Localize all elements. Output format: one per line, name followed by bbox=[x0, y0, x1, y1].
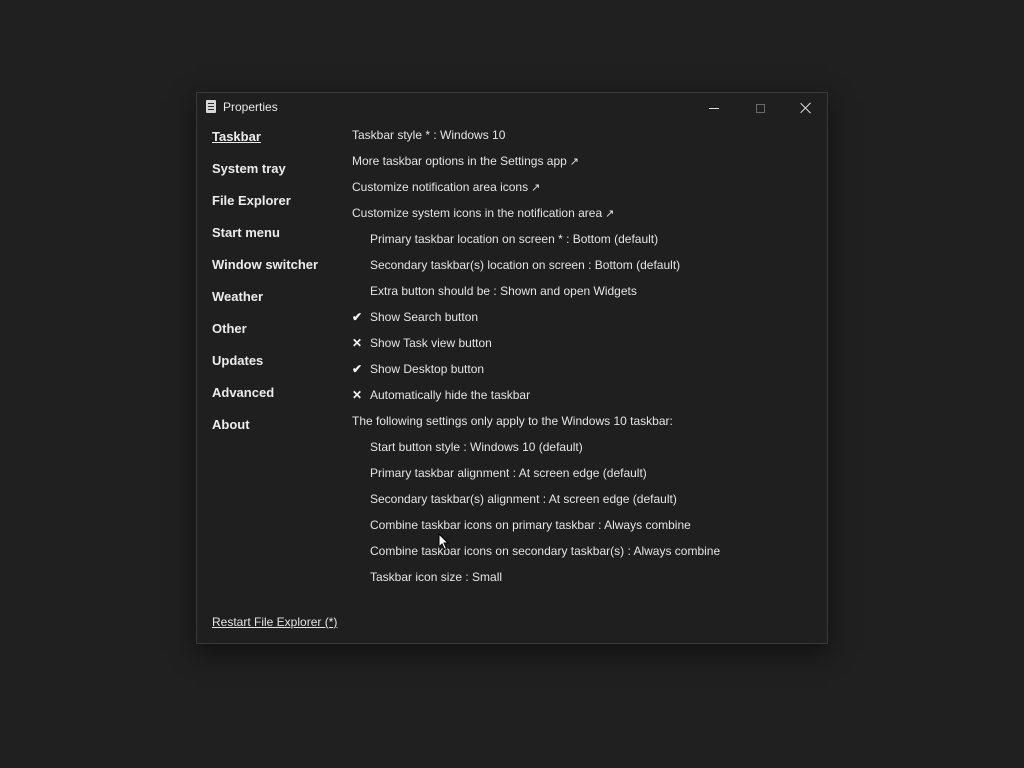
setting-show-search[interactable]: ✔ Show Search button bbox=[352, 309, 478, 325]
sidebar-item-weather[interactable]: Weather bbox=[212, 289, 263, 304]
external-link-icon: ↗ bbox=[569, 156, 580, 168]
setting-label: Start button style : Windows 10 (default… bbox=[370, 440, 583, 454]
setting-label: Automatically hide the taskbar bbox=[370, 388, 531, 402]
setting-label: Show Search button bbox=[370, 310, 479, 324]
section-note-windows10: The following settings only apply to the… bbox=[352, 414, 673, 428]
setting-notification-icons[interactable]: Customize notification area icons ↗ bbox=[352, 179, 540, 195]
sidebar-item-other[interactable]: Other bbox=[212, 321, 247, 336]
cross-icon: ✕ bbox=[352, 388, 363, 402]
sidebar-item-about[interactable]: About bbox=[212, 417, 250, 432]
maximize-icon bbox=[755, 103, 765, 113]
setting-taskbar-style[interactable]: Taskbar style * : Windows 10 bbox=[352, 127, 505, 143]
checkmark-icon: ✔ bbox=[352, 310, 363, 324]
setting-start-button-style[interactable]: Start button style : Windows 10 (default… bbox=[370, 439, 583, 455]
sidebar-item-window-switcher[interactable]: Window switcher bbox=[212, 257, 318, 272]
setting-extra-button[interactable]: Extra button should be : Shown and open … bbox=[370, 283, 637, 299]
cross-icon: ✕ bbox=[352, 336, 363, 350]
setting-label: Show Task view button bbox=[370, 336, 492, 350]
setting-secondary-alignment[interactable]: Secondary taskbar(s) alignment : At scre… bbox=[370, 491, 677, 507]
title-bar[interactable]: Properties bbox=[197, 93, 827, 123]
setting-label: Customize notification area icons bbox=[352, 180, 529, 194]
window-title: Properties bbox=[223, 100, 278, 114]
setting-system-icons[interactable]: Customize system icons in the notificati… bbox=[352, 205, 614, 221]
setting-label: Taskbar icon size : Small bbox=[370, 570, 503, 584]
maximize-button[interactable] bbox=[737, 93, 783, 123]
external-link-icon: ↗ bbox=[531, 182, 541, 194]
setting-combine-primary[interactable]: Combine taskbar icons on primary taskbar… bbox=[370, 517, 691, 533]
setting-secondary-location[interactable]: Secondary taskbar(s) location on screen … bbox=[370, 257, 680, 273]
setting-primary-alignment[interactable]: Primary taskbar alignment : At screen ed… bbox=[370, 465, 647, 481]
setting-label: Combine taskbar icons on secondary taskb… bbox=[370, 544, 721, 558]
sidebar-item-taskbar[interactable]: Taskbar bbox=[212, 129, 261, 144]
setting-label: Taskbar style * : Windows 10 bbox=[352, 128, 506, 142]
mouse-cursor-icon bbox=[438, 533, 450, 551]
properties-window: Properties Taskbar System tray File Expl… bbox=[196, 92, 828, 644]
sidebar-item-updates[interactable]: Updates bbox=[212, 353, 263, 368]
app-icon bbox=[206, 100, 216, 113]
setting-label: Extra button should be : Shown and open … bbox=[370, 284, 637, 298]
sidebar-item-file-explorer[interactable]: File Explorer bbox=[212, 193, 291, 208]
setting-auto-hide[interactable]: ✕ Automatically hide the taskbar bbox=[352, 387, 530, 403]
sidebar-item-advanced[interactable]: Advanced bbox=[212, 385, 274, 400]
setting-label: Secondary taskbar(s) alignment : At scre… bbox=[370, 492, 677, 506]
setting-label: Primary taskbar location on screen * : B… bbox=[370, 232, 659, 246]
minimize-button[interactable] bbox=[691, 93, 737, 123]
external-link-icon: ↗ bbox=[605, 208, 615, 220]
close-button[interactable] bbox=[783, 93, 829, 123]
setting-label: Combine taskbar icons on primary taskbar… bbox=[370, 518, 691, 532]
setting-combine-secondary[interactable]: Combine taskbar icons on secondary taskb… bbox=[370, 543, 720, 559]
minimize-icon bbox=[709, 107, 719, 109]
setting-label: More taskbar options in the Settings app bbox=[352, 154, 567, 168]
checkmark-icon: ✔ bbox=[352, 362, 363, 376]
setting-show-task-view[interactable]: ✕ Show Task view button bbox=[352, 335, 492, 351]
close-icon bbox=[800, 102, 812, 114]
setting-label: Primary taskbar alignment : At screen ed… bbox=[370, 466, 647, 480]
setting-label: Secondary taskbar(s) location on screen … bbox=[370, 258, 681, 272]
setting-primary-location[interactable]: Primary taskbar location on screen * : B… bbox=[370, 231, 658, 247]
setting-show-desktop[interactable]: ✔ Show Desktop button bbox=[352, 361, 484, 377]
sidebar-item-start-menu[interactable]: Start menu bbox=[212, 225, 280, 240]
restart-explorer-link[interactable]: Restart File Explorer (*) bbox=[212, 615, 337, 629]
sidebar-item-system-tray[interactable]: System tray bbox=[212, 161, 286, 176]
setting-label: Show Desktop button bbox=[370, 362, 485, 376]
setting-icon-size[interactable]: Taskbar icon size : Small bbox=[370, 569, 502, 585]
setting-label: Customize system icons in the notificati… bbox=[352, 206, 603, 220]
setting-more-taskbar-options[interactable]: More taskbar options in the Settings app… bbox=[352, 153, 579, 169]
